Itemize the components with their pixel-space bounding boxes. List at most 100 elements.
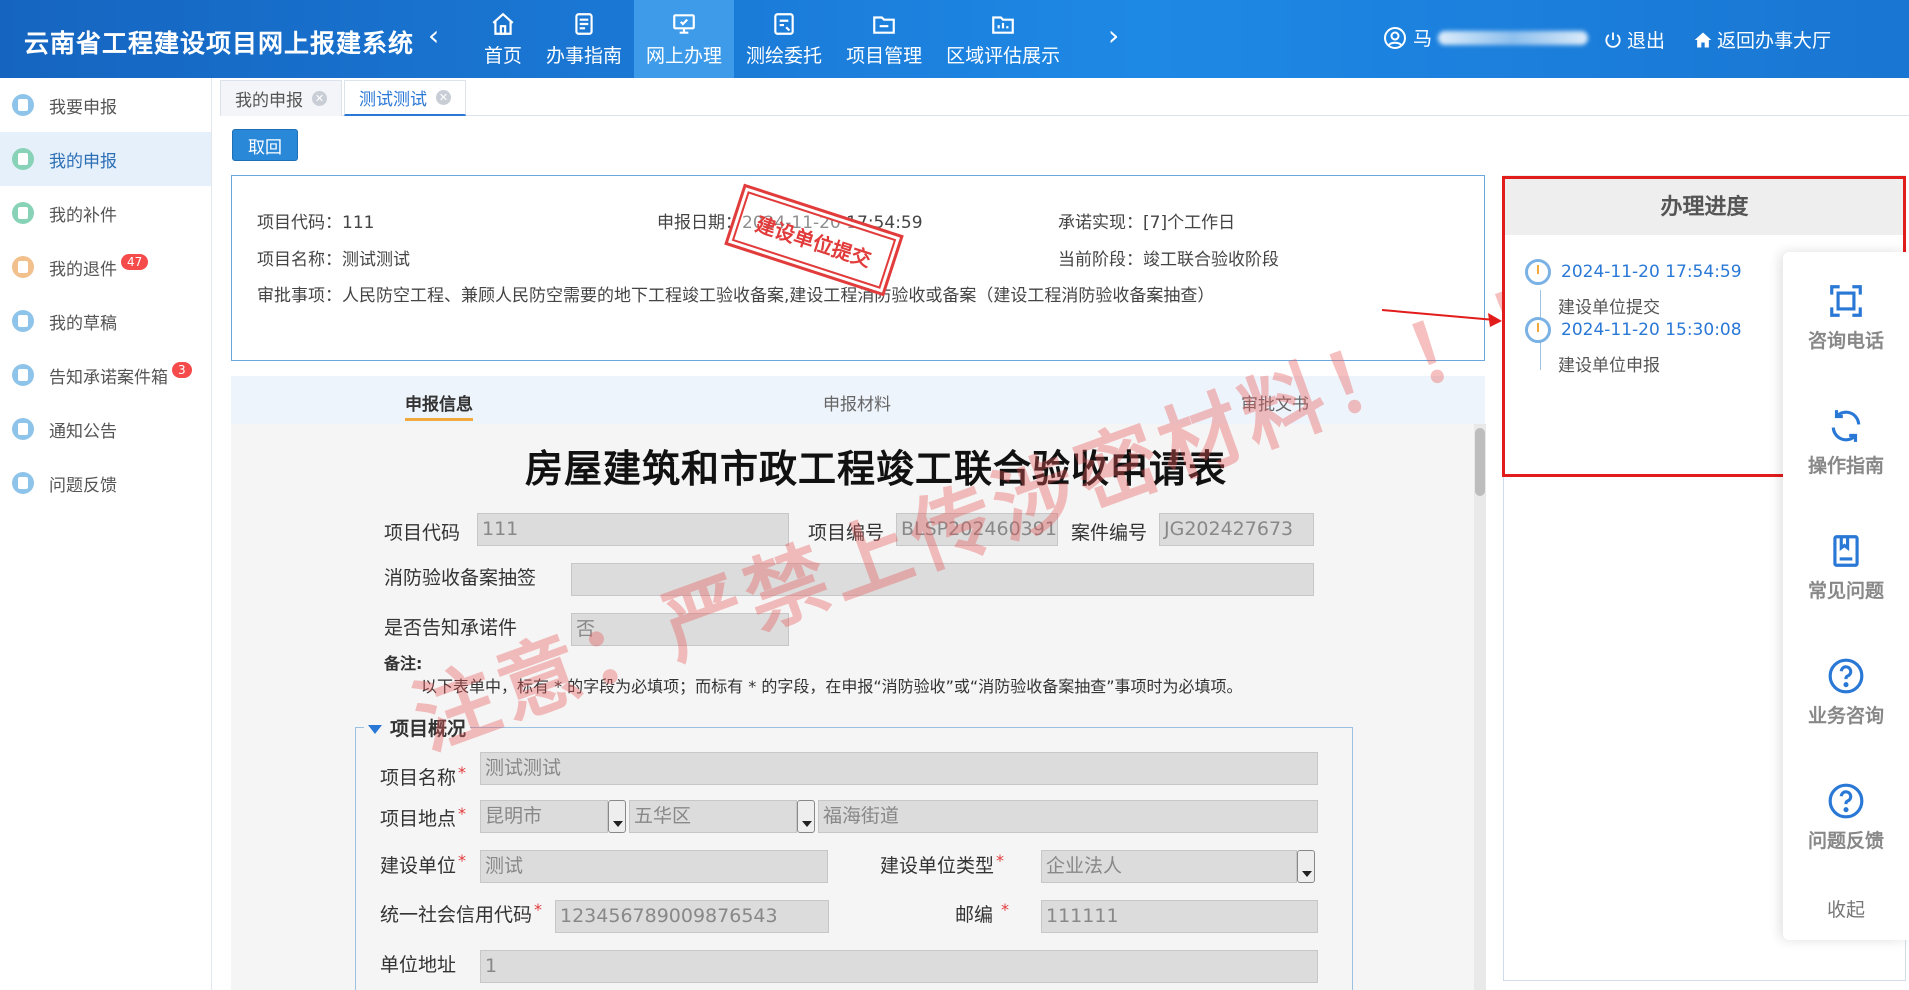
monitor-icon bbox=[671, 11, 697, 37]
label-text: 建设单位 bbox=[380, 855, 457, 877]
field-value: 测试测试 bbox=[342, 250, 410, 270]
nav-label: 项目管理 bbox=[846, 44, 923, 67]
postcode-input[interactable]: 111111 bbox=[1041, 900, 1318, 933]
sidebar-item-returns[interactable]: 我的退件 47 bbox=[0, 240, 211, 294]
box-icon bbox=[12, 364, 34, 386]
nav-label: 办事指南 bbox=[546, 44, 623, 67]
sidebar-item-label: 通知公告 bbox=[49, 421, 117, 442]
sidebar-item-label: 我的申报 bbox=[49, 151, 117, 172]
question-icon bbox=[1828, 658, 1864, 694]
district-select[interactable]: 五华区 bbox=[629, 800, 797, 833]
folder-icon bbox=[871, 11, 897, 37]
unit-type-select[interactable]: 企业法人 bbox=[1041, 850, 1297, 883]
location-label: 项目地点 * bbox=[380, 804, 466, 831]
field-value: 111 bbox=[342, 213, 375, 233]
nav-region[interactable]: 区域评估展示 bbox=[934, 0, 1072, 78]
close-icon[interactable]: ✕ bbox=[312, 91, 327, 106]
field-label: 当前阶段： bbox=[1058, 250, 1143, 270]
draft-icon bbox=[12, 310, 34, 332]
collapse-button[interactable]: 收起 bbox=[1783, 895, 1909, 922]
sidebar-item-label: 我的补件 bbox=[49, 205, 117, 226]
book-icon bbox=[1833, 535, 1859, 567]
user-account[interactable]: 马 bbox=[1383, 24, 1589, 51]
sidebar-item-apply[interactable]: 我要申报 bbox=[0, 78, 211, 132]
home-icon bbox=[490, 11, 516, 37]
nav-prev-arrow[interactable]: ‹ bbox=[428, 22, 439, 50]
credit-label: 统一社会信用代码 * bbox=[380, 900, 542, 927]
notice-icon bbox=[12, 418, 34, 440]
count-badge: 3 bbox=[172, 362, 192, 378]
return-hall-button[interactable]: 返回办事大厅 bbox=[1693, 26, 1831, 53]
case-input[interactable]: JG202427673 bbox=[1159, 513, 1314, 546]
sidebar-item-drafts[interactable]: 我的草稿 bbox=[0, 294, 211, 348]
faq-button[interactable]: 常见问题 bbox=[1783, 532, 1909, 603]
city-select[interactable]: 昆明市 bbox=[480, 800, 608, 833]
label-text: 项目名称 bbox=[380, 767, 457, 789]
field-value: 人民防空工程、兼顾人民防空需要的地下工程竣工验收备案,建设工程消防验收或备案（建… bbox=[342, 286, 1215, 306]
document-icon bbox=[12, 202, 34, 224]
street-select[interactable]: 福海街道 bbox=[818, 800, 1318, 833]
unit-input[interactable]: 测试 bbox=[480, 850, 828, 883]
toolbar-label: 咨询电话 bbox=[1807, 330, 1884, 352]
tab-my-reports[interactable]: 我的申报 ✕ bbox=[220, 80, 342, 116]
sidebar-item-notices[interactable]: 通知公告 bbox=[0, 402, 211, 456]
sidebar: 我要申报 我的申报 我的补件 我的退件 47 我的草稿 告知承诺案件箱 3 通知… bbox=[0, 78, 212, 990]
sidebar-item-label: 问题反馈 bbox=[49, 475, 117, 496]
label-text: 建设单位类型 bbox=[880, 855, 995, 877]
current-stage-field: 当前阶段：竣工联合验收阶段 bbox=[1058, 245, 1279, 270]
user-name-blurred bbox=[1438, 30, 1589, 45]
scan-icon bbox=[1830, 285, 1862, 317]
credit-code-input[interactable]: 123456789009876543 bbox=[555, 900, 829, 933]
return-icon bbox=[12, 256, 34, 278]
required-mark: * bbox=[458, 763, 467, 782]
sidebar-item-my-reports[interactable]: 我的申报 bbox=[0, 132, 211, 186]
problem-feedback-button[interactable]: 问题反馈 bbox=[1783, 782, 1909, 853]
logout-button[interactable]: 退出 bbox=[1603, 26, 1665, 53]
nav-survey[interactable]: 测绘委托 bbox=[734, 0, 834, 78]
site-title: 云南省工程建设项目网上报建系统 bbox=[24, 29, 415, 58]
project-name-field: 项目名称：测试测试 bbox=[257, 245, 410, 270]
sidebar-item-supplements[interactable]: 我的补件 bbox=[0, 186, 211, 240]
page-tabs: 我的申报 ✕ 测试测试 ✕ bbox=[220, 80, 1909, 116]
tab-test[interactable]: 测试测试 ✕ bbox=[344, 80, 466, 116]
name-label: 项目名称 * bbox=[380, 763, 466, 790]
toolbar-label: 常见问题 bbox=[1807, 580, 1884, 602]
sidebar-item-promise-box[interactable]: 告知承诺案件箱 3 bbox=[0, 348, 211, 402]
annotation-arrow-icon bbox=[1381, 309, 1502, 327]
required-mark: * bbox=[534, 900, 543, 919]
postcode-label: 邮编 * bbox=[955, 900, 1009, 927]
nav-next-arrow[interactable]: › bbox=[1108, 22, 1119, 50]
retrieve-button[interactable]: 取回 bbox=[232, 129, 298, 161]
power-icon bbox=[1605, 32, 1621, 48]
fire-label: 消防验收备案抽签 bbox=[384, 567, 537, 589]
label-text: 统一社会信用代码 bbox=[380, 904, 533, 926]
scrollbar-thumb[interactable] bbox=[1475, 428, 1485, 496]
chevron-down-icon[interactable] bbox=[608, 800, 626, 833]
field-value: 竣工联合验收阶段 bbox=[1143, 250, 1279, 270]
collapse-triangle-icon bbox=[368, 725, 382, 734]
user-name: 马 bbox=[1413, 28, 1433, 50]
address-label: 单位地址 bbox=[380, 954, 457, 976]
operation-guide-button[interactable]: 操作指南 bbox=[1783, 407, 1909, 478]
sidebar-item-feedback[interactable]: 问题反馈 bbox=[0, 456, 211, 510]
nav-project[interactable]: 项目管理 bbox=[834, 0, 934, 78]
sidebar-item-label: 我的退件 bbox=[49, 259, 117, 280]
project-name-input[interactable]: 测试测试 bbox=[480, 752, 1318, 785]
tab-label: 测试测试 bbox=[359, 90, 427, 110]
form-scrollbar[interactable] bbox=[1474, 424, 1486, 990]
nav-label: 网上办理 bbox=[646, 44, 723, 67]
chevron-down-icon[interactable] bbox=[797, 800, 815, 833]
toolbar-label: 操作指南 bbox=[1807, 455, 1884, 477]
document-icon bbox=[12, 94, 34, 116]
nav-online[interactable]: 网上办理 bbox=[634, 0, 735, 78]
field-label: 项目代码： bbox=[257, 213, 342, 233]
subtab-materials[interactable]: 申报材料 bbox=[823, 390, 891, 415]
subtab-report-info[interactable]: 申报信息 bbox=[405, 390, 473, 421]
address-input[interactable]: 1 bbox=[480, 950, 1318, 983]
business-consult-button[interactable]: 业务咨询 bbox=[1783, 657, 1909, 728]
nav-home[interactable]: 首页 bbox=[472, 0, 534, 78]
nav-guide[interactable]: 办事指南 bbox=[534, 0, 634, 78]
chevron-down-icon[interactable] bbox=[1297, 850, 1315, 883]
consult-phone-button[interactable]: 咨询电话 bbox=[1783, 282, 1909, 353]
close-icon[interactable]: ✕ bbox=[436, 90, 451, 105]
